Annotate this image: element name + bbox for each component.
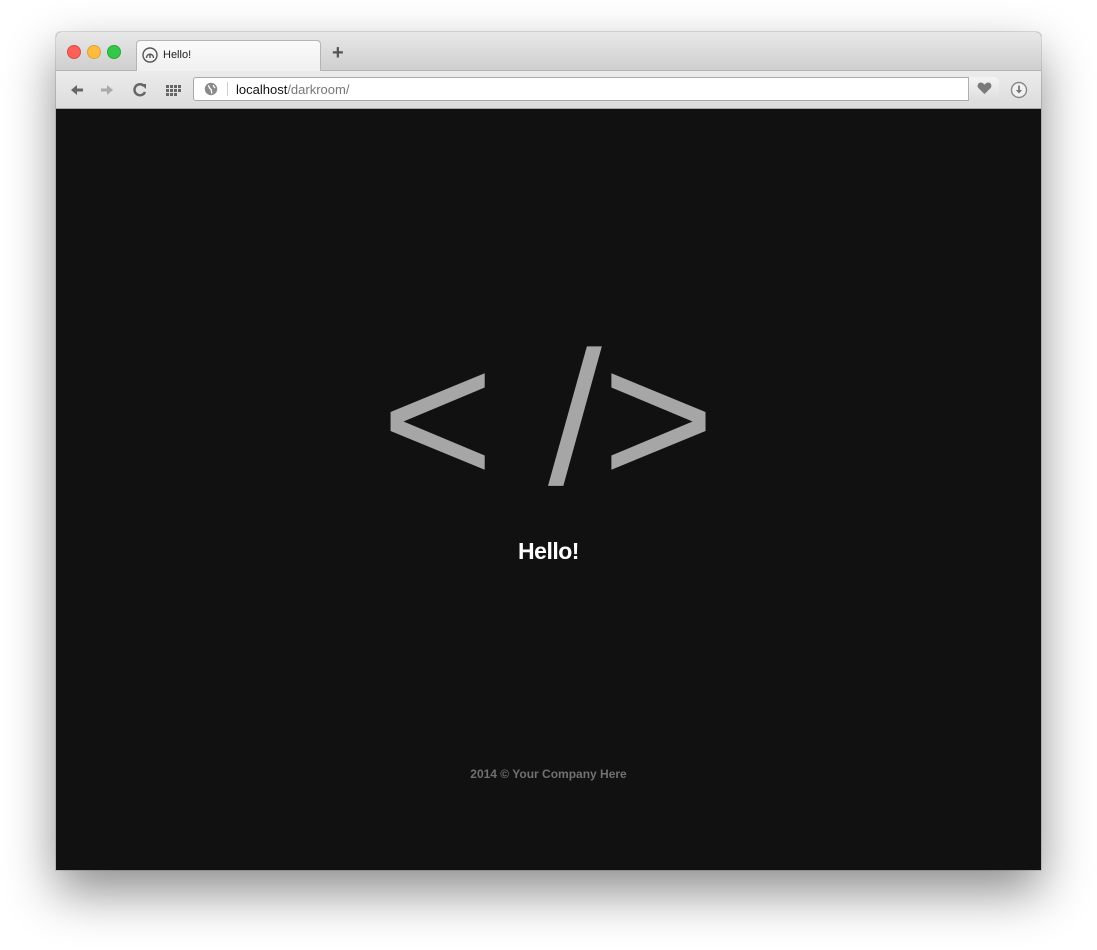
- url-host: localhost: [236, 82, 288, 97]
- code-logo: < />: [381, 341, 715, 501]
- heart-icon: [977, 82, 992, 95]
- address-separator: [227, 82, 228, 96]
- globe-icon: [204, 82, 218, 96]
- page-footer: 2014 © Your Company Here: [470, 767, 627, 781]
- address-bar[interactable]: localhost/darkroom/: [193, 77, 999, 101]
- back-arrow-icon[interactable]: [68, 81, 86, 99]
- favorite-button[interactable]: [968, 77, 999, 101]
- apps-grid-icon[interactable]: [164, 81, 182, 99]
- page-content: < /> Hello! 2014 © Your Company Here: [56, 109, 1041, 870]
- tab-hello[interactable]: Hello!: [136, 40, 321, 71]
- code-logo-text: < />: [381, 341, 715, 501]
- maximize-window-button[interactable]: [107, 45, 121, 59]
- title-bar: Hello! +: [56, 32, 1041, 71]
- close-window-button[interactable]: [67, 45, 81, 59]
- reload-icon[interactable]: [131, 81, 149, 99]
- page-heading: Hello!: [518, 538, 579, 564]
- url-path: /darkroom/: [287, 82, 350, 97]
- new-tab-button[interactable]: +: [332, 43, 344, 63]
- forward-arrow-icon[interactable]: [98, 81, 116, 99]
- browser-window: Hello! + localhost/darkroom/ < /> Hello!…: [56, 32, 1041, 870]
- minimize-window-button[interactable]: [87, 45, 101, 59]
- tab-title: Hello!: [163, 49, 192, 61]
- download-icon[interactable]: [1010, 81, 1028, 99]
- tab-favicon-icon: [142, 47, 158, 63]
- url-text[interactable]: localhost/darkroom/: [236, 82, 349, 97]
- navigation-toolbar: localhost/darkroom/: [56, 71, 1041, 109]
